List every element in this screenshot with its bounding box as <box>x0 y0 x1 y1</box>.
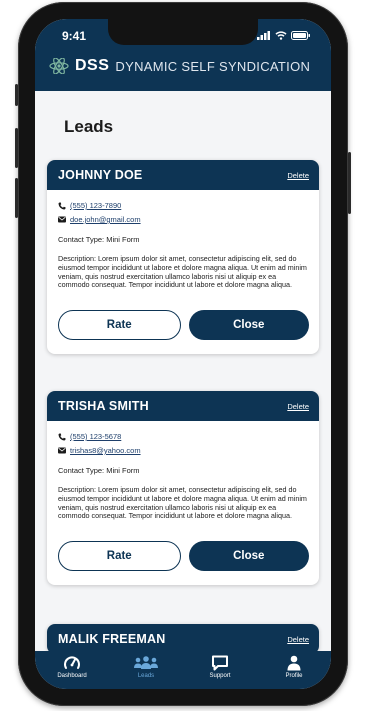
lead-card-header: TRISHA SMITH Delete <box>47 391 319 421</box>
status-icons <box>257 31 311 40</box>
lead-card: MALIK FREEMAN Delete <box>47 624 319 651</box>
lead-email-row: doe.john@gmail.com <box>58 215 309 224</box>
close-button[interactable]: Close <box>188 310 309 341</box>
users-icon <box>134 656 158 669</box>
brand-full-name: DYNAMIC SELF SYNDICATION <box>115 58 311 74</box>
lead-contact-type: Contact Type: Mini Form <box>58 466 140 475</box>
lead-description: Description: Lorem ipsum dolor sit amet,… <box>58 485 307 521</box>
lead-card-body: (555) 123-7890 doe.john@gmail.com Contac… <box>47 190 319 354</box>
lead-description: Description: Lorem ipsum dolor sit amet,… <box>58 254 307 290</box>
lead-card-header: JOHNNY DOE Delete <box>47 160 319 190</box>
lead-card-body: (555) 123-5678 trishas8@yahoo.com Contac… <box>47 421 319 585</box>
lead-card-header: MALIK FREEMAN Delete <box>47 624 319 651</box>
phone-icon <box>58 201 66 210</box>
nav-item-leads[interactable]: Leads <box>109 651 183 689</box>
phone-frame: 9:41 DSS DYNAMIC SELF SYNDICATION Leads … <box>15 2 351 706</box>
nav-label: Leads <box>137 673 155 679</box>
nav-label: Support <box>209 673 231 679</box>
lead-card: TRISHA SMITH Delete (555) 123-5678 trish… <box>47 391 319 586</box>
speedometer-icon <box>64 656 80 669</box>
lead-phone-row: (555) 123-7890 <box>58 201 309 210</box>
page-title: Leads <box>64 117 114 136</box>
nav-label: Dashboard <box>57 673 87 679</box>
brand-logo: DSS DYNAMIC SELF SYNDICATION <box>49 57 310 75</box>
atom-logo-icon <box>49 58 69 74</box>
lead-phone-link[interactable]: (555) 123-7890 <box>70 201 121 210</box>
lead-name: TRISHA SMITH <box>58 399 149 413</box>
rate-button[interactable]: Rate <box>58 310 181 341</box>
device-notch <box>108 19 258 45</box>
app-screen: 9:41 DSS DYNAMIC SELF SYNDICATION Leads … <box>35 19 331 689</box>
signal-icon <box>257 31 270 40</box>
close-button[interactable]: Close <box>188 541 309 572</box>
mail-icon <box>58 447 66 454</box>
brand-short-name: DSS <box>75 57 110 74</box>
power-button <box>348 152 351 214</box>
nav-item-dashboard[interactable]: Dashboard <box>35 651 109 689</box>
lead-actions: Rate Close <box>58 310 309 341</box>
lead-email-link[interactable]: trishas8@yahoo.com <box>70 446 141 455</box>
status-time: 9:41 <box>62 29 87 43</box>
lead-card: JOHNNY DOE Delete (555) 123-7890 doe.joh… <box>47 160 319 355</box>
bottom-nav: Dashboard Leads Support Profile <box>35 651 331 689</box>
delete-lead-link[interactable]: Delete <box>287 635 309 644</box>
lead-email-row: trishas8@yahoo.com <box>58 446 309 455</box>
rate-button[interactable]: Rate <box>58 541 181 572</box>
delete-lead-link[interactable]: Delete <box>287 171 309 180</box>
delete-lead-link[interactable]: Delete <box>287 402 309 411</box>
lead-contact-type: Contact Type: Mini Form <box>58 235 140 244</box>
mute-switch <box>15 84 18 106</box>
nav-label: Profile <box>285 673 303 679</box>
lead-email-link[interactable]: doe.john@gmail.com <box>70 215 141 224</box>
phone-icon <box>58 432 66 441</box>
lead-name: JOHNNY DOE <box>58 168 143 182</box>
lead-name: MALIK FREEMAN <box>58 632 166 646</box>
volume-down-button <box>15 178 18 218</box>
lead-actions: Rate Close <box>58 541 309 572</box>
lead-phone-link[interactable]: (555) 123-5678 <box>70 432 121 441</box>
chat-icon <box>212 655 228 671</box>
wifi-icon <box>275 31 287 40</box>
nav-item-profile[interactable]: Profile <box>257 651 331 689</box>
app-header: 9:41 DSS DYNAMIC SELF SYNDICATION <box>35 19 331 91</box>
lead-phone-row: (555) 123-5678 <box>58 432 309 441</box>
volume-up-button <box>15 128 18 168</box>
nav-item-support[interactable]: Support <box>183 651 257 689</box>
battery-icon <box>291 31 310 40</box>
person-icon <box>287 655 301 671</box>
mail-icon <box>58 216 66 223</box>
leads-list[interactable]: Leads JOHNNY DOE Delete (555) 123-7890 d… <box>35 91 331 651</box>
